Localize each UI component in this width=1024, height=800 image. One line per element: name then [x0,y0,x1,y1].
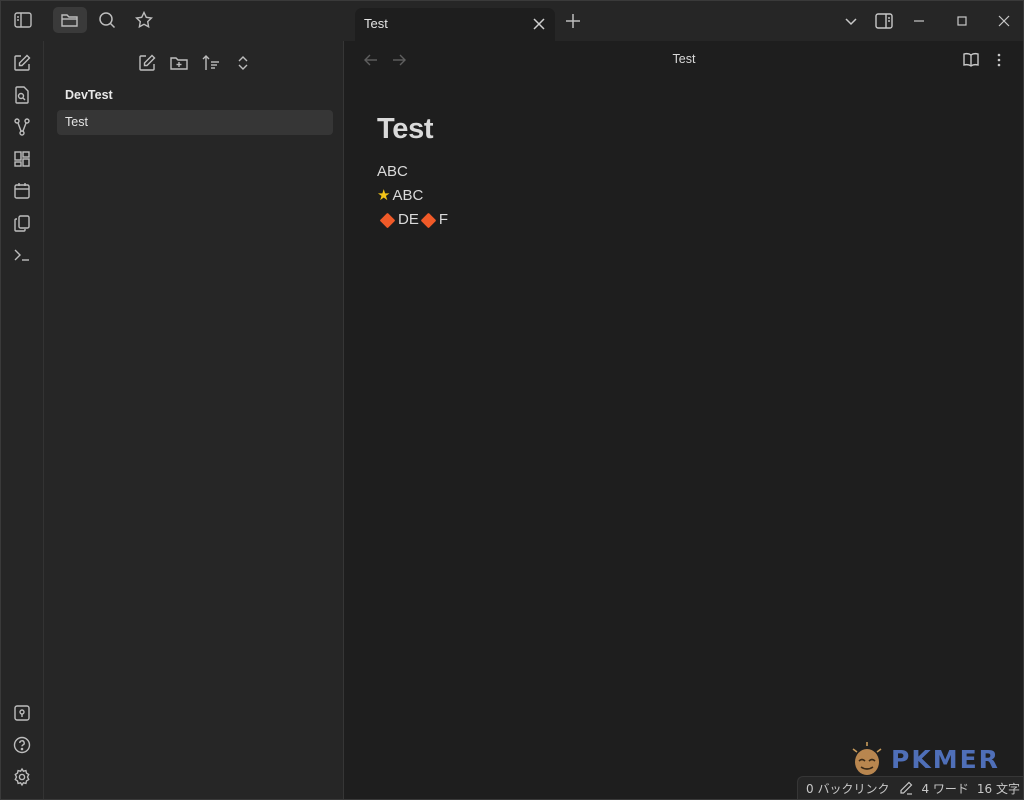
app-window: Test DevTest Test Test Test ABC ★ ABC DE… [0,0,1024,800]
toggle-right-sidebar-icon[interactable] [874,11,894,31]
templates-copy-icon[interactable] [12,213,32,233]
maximize-icon[interactable] [952,11,972,31]
orange-diamond-icon [420,212,437,228]
note-line: DE F [377,208,448,232]
new-note-icon[interactable] [137,53,157,73]
line-text-part: DE [398,211,419,228]
view-header-title[interactable]: Test [345,52,1023,66]
status-bar: 0 バックリンク 4 ワード 16 文字 [797,776,1023,799]
line-text: ABC [392,187,424,204]
pkmer-logo-icon [852,742,882,775]
note-heading: Test [377,113,434,145]
new-tab-plus-icon[interactable] [563,11,583,31]
help-icon[interactable] [12,735,32,755]
graph-view-icon[interactable] [12,117,32,137]
window-close-icon[interactable] [994,11,1014,31]
settings-gear-icon[interactable] [12,767,32,787]
close-icon[interactable] [531,16,547,32]
expand-collapse-chevrons-icon[interactable] [233,53,253,73]
tab-test[interactable]: Test [355,8,555,41]
line-text-part: F [438,211,449,228]
pkmer-watermark: PKMER [849,741,1000,777]
vault-switcher-icon[interactable] [12,703,32,723]
note-line: ★ ABC [377,184,448,208]
tab-list-chevron-down-icon[interactable] [841,11,861,31]
more-options-kebab-icon[interactable] [990,51,1008,69]
open-quick-switcher-icon[interactable] [12,85,32,105]
title-bar: Test [1,1,1023,41]
new-folder-icon[interactable] [169,53,189,73]
orange-diamond-icon [379,212,396,228]
new-note-icon[interactable] [12,53,32,73]
command-palette-terminal-icon[interactable] [12,245,32,265]
line-text: ABC [377,163,408,180]
reading-view-book-icon[interactable] [962,51,980,69]
vault-name[interactable]: DevTest [65,88,113,102]
edit-pencil-icon[interactable] [899,781,913,795]
note-line: ABC [377,160,448,184]
note-content[interactable]: Test ABC ★ ABC DE F [377,113,448,232]
canvas-icon[interactable] [12,149,32,169]
char-count: 16 文字 [976,781,1020,796]
editor-pane: Test Test ABC ★ ABC DE F [345,41,1023,799]
toggle-left-sidebar-icon[interactable] [6,7,40,33]
minimize-icon[interactable] [909,11,929,31]
tab-title: Test [364,16,388,31]
file-explorer-sidebar: DevTest Test [44,41,344,799]
file-label: Test [65,115,88,129]
left-ribbon [1,41,44,799]
sort-order-icon[interactable] [201,53,221,73]
star-emoji-icon: ★ [377,187,391,204]
watermark-text: PKMER [891,744,1000,774]
bookmarks-star-icon[interactable] [127,7,161,33]
backlinks-count[interactable]: 0 バックリンク [806,780,889,797]
file-explorer-tab-icon[interactable] [53,7,87,33]
daily-note-calendar-icon[interactable] [12,181,32,201]
file-item-test[interactable]: Test [57,110,333,135]
search-icon[interactable] [90,7,124,33]
word-count: 4 ワード [921,781,969,796]
